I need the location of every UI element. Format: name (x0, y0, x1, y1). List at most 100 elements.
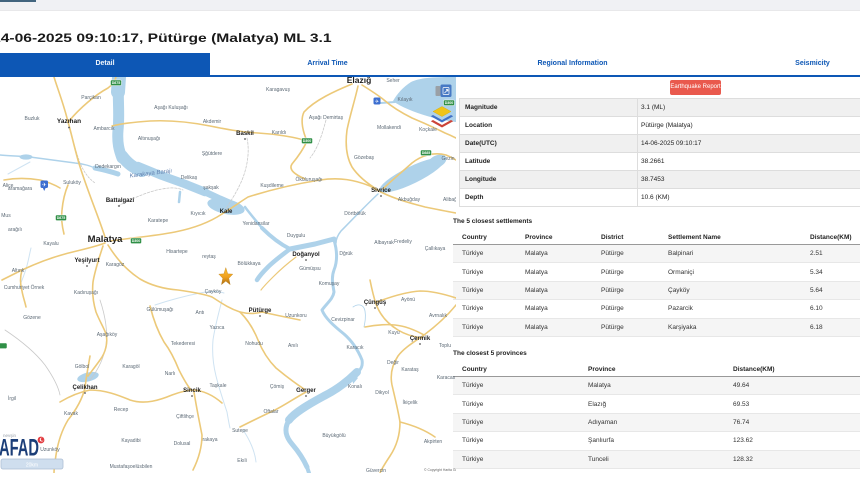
svg-text:Kale: Kale (220, 209, 233, 215)
svg-text:Yazıhan: Yazıhan (57, 118, 81, 125)
svg-text:Duygulu: Duygulu (287, 233, 306, 239)
svg-text:Albayrak: Albayrak (374, 240, 394, 246)
svg-text:reytaş: reytaş (202, 254, 216, 260)
svg-text:Aliçe: Aliçe (3, 183, 14, 189)
svg-text:D875: D875 (112, 81, 121, 85)
svg-text:Karagavuş: Karagavuş (266, 87, 290, 93)
svg-text:Çallıkaya: Çallıkaya (425, 246, 446, 252)
svg-text:İrgil: İrgil (8, 395, 16, 402)
svg-text:Gezin: Gezin (441, 156, 454, 162)
svg-text:Değir: Değir (387, 360, 399, 366)
svg-text:İkiçelik: İkiçelik (402, 399, 418, 406)
svg-text:20km: 20km (26, 462, 38, 468)
svg-text:Kılayık: Kılayık (397, 97, 413, 103)
svg-text:Dedekargın: Dedekargın (95, 164, 121, 170)
svg-text:✈: ✈ (42, 182, 47, 189)
svg-text:Güvercin: Güvercin (366, 468, 386, 473)
svg-text:Sincik: Sincik (183, 388, 201, 394)
svg-text:Baskil: Baskil (236, 131, 254, 137)
svg-text:Çermik: Çermik (410, 336, 431, 342)
svg-text:Ekıli: Ekıli (237, 458, 246, 464)
svg-text:Mus: Mus (1, 213, 11, 219)
svg-text:Seher: Seher (386, 78, 400, 84)
svg-text:Suluköy: Suluköy (63, 180, 81, 186)
svg-text:D875: D875 (57, 216, 66, 220)
svg-text:AFAD: AFAD (0, 435, 39, 462)
svg-text:Karacas: Karacas (437, 375, 456, 381)
svg-text:Doğanyol: Doğanyol (292, 252, 320, 258)
svg-text:Delikaş: Delikaş (181, 175, 198, 181)
svg-text:Cumhuriyet Örnek: Cumhuriyet Örnek (4, 284, 45, 291)
svg-text:Dğrük: Dğrük (339, 251, 353, 257)
svg-text:Gölbol: Gölbol (75, 364, 89, 370)
svg-text:Recep: Recep (114, 407, 129, 413)
svg-text:Aşağı Kuluşağı: Aşağı Kuluşağı (154, 105, 188, 111)
svg-text:Karagöl: Karagöl (122, 364, 139, 370)
svg-text:Kadıruşağı: Kadıruşağı (74, 290, 98, 296)
svg-text:Parçikan: Parçikan (81, 95, 101, 101)
svg-text:Dörtbölük: Dörtbölük (344, 211, 366, 217)
svg-text:Oftalar: Oftalar (263, 409, 278, 415)
svg-text:Battalgazi: Battalgazi (106, 198, 135, 204)
svg-text:Büyükgölü: Büyükgölü (322, 433, 346, 439)
svg-text:✈: ✈ (375, 99, 379, 105)
svg-text:Karataş: Karataş (401, 367, 419, 373)
svg-text:Pütürge: Pütürge (249, 308, 272, 314)
svg-text:D300: D300 (303, 139, 312, 143)
svg-text:Uzunköy: Uzunköy (40, 447, 60, 453)
svg-text:Gözene: Gözene (23, 315, 41, 321)
svg-text:Alibağ: Alibağ (443, 197, 456, 203)
svg-text:Fredeliy: Fredeliy (394, 239, 412, 245)
svg-text:Elazığ: Elazığ (347, 77, 372, 85)
svg-text:D885: D885 (422, 151, 431, 155)
svg-text:Karatepe: Karatepe (148, 218, 169, 224)
svg-text:Karacık: Karacık (347, 345, 364, 351)
svg-text:nevşin: nevşin (3, 433, 17, 438)
svg-text:Taşkale: Taşkale (210, 383, 227, 389)
svg-text:Ambarcık: Ambarcık (93, 126, 115, 132)
svg-text:Nohudu: Nohudu (245, 341, 263, 347)
svg-text:Akdemir: Akdemir (203, 119, 222, 125)
svg-text:Antı: Antı (196, 310, 205, 316)
svg-text:Tekederesi: Tekederesi (171, 341, 195, 347)
svg-text:Uzunkoru: Uzunkoru (285, 313, 307, 319)
svg-text:Çömiş: Çömiş (270, 384, 285, 390)
svg-text:Komuşay: Komuşay (319, 281, 340, 287)
svg-text:şakşak: şakşak (203, 185, 219, 191)
svg-text:Mollakendi: Mollakendi (377, 125, 401, 131)
svg-text:Yeşilyurt: Yeşilyurt (74, 258, 99, 264)
svg-text:Gerger: Gerger (296, 388, 316, 394)
svg-text:Buzluk: Buzluk (24, 116, 40, 122)
svg-text:Öküluruşağı: Öküluruşağı (296, 176, 323, 183)
svg-text:Sivrice: Sivrice (371, 188, 391, 194)
svg-text:Yenidansilar: Yenidansilar (242, 221, 269, 227)
svg-text:Gümüşsu: Gümüşsu (299, 266, 321, 272)
svg-text:Akpirten: Akpirten (424, 439, 443, 445)
svg-text:Bölükkaya: Bölükkaya (237, 261, 260, 267)
svg-text:D300: D300 (132, 239, 141, 243)
svg-text:Cevizpinar: Cevizpinar (331, 317, 355, 323)
svg-text:arağılı: arağılı (8, 227, 22, 233)
svg-text:Akbuğday: Akbuğday (398, 197, 421, 203)
svg-text:Kıyıcık: Kıyıcık (190, 211, 206, 217)
svg-text:Çüngüş: Çüngüş (364, 300, 387, 306)
svg-text:Altınuşağı: Altınuşağı (138, 136, 160, 142)
svg-text:Sutepe: Sutepe (232, 428, 248, 434)
svg-text:Karıldı: Karıldı (272, 130, 286, 136)
svg-text:Kuşdileme: Kuşdileme (260, 183, 284, 189)
svg-text:© Copyright Harita Genel Müdür: © Copyright Harita Genel Müdürlüğü (424, 468, 456, 472)
svg-text:Koçkale: Koçkale (419, 127, 437, 133)
svg-text:Aşağıköy: Aşağıköy (97, 332, 118, 338)
svg-text:Yazıca: Yazıca (210, 325, 225, 331)
svg-text:Malatya: Malatya (88, 234, 124, 245)
svg-text:Aşağı Demirtaş: Aşağı Demirtaş (309, 115, 344, 121)
svg-text:Konalı: Konalı (348, 384, 362, 390)
svg-text:Hisartepe: Hisartepe (166, 249, 188, 255)
svg-text:Narlı: Narlı (165, 371, 176, 377)
svg-text:Çayköy: Çayköy (205, 289, 222, 295)
svg-text:Kayalu: Kayalu (43, 241, 59, 247)
svg-text:Karagöz: Karagöz (106, 262, 125, 268)
svg-text:rakaya: rakaya (202, 437, 217, 443)
svg-text:D300: D300 (445, 101, 454, 105)
svg-text:Altınk: Altınk (12, 268, 25, 274)
